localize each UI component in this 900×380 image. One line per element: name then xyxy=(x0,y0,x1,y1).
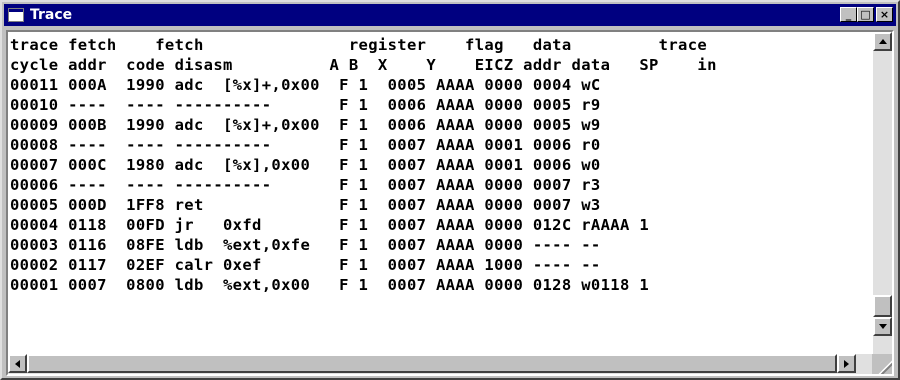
trace-row[interactable]: 00003 0116 08FE ldb %ext,0xfe F 1 0007 A… xyxy=(10,235,870,255)
resize-grip-icon[interactable] xyxy=(872,354,892,374)
window-controls: _ □ × xyxy=(840,7,893,22)
vertical-scrollbar[interactable] xyxy=(873,32,892,354)
maximize-button[interactable]: □ xyxy=(857,7,874,22)
maximize-icon: □ xyxy=(860,8,871,21)
arrow-right-icon xyxy=(844,359,849,368)
trace-row[interactable]: 00002 0117 02EF calr 0xef F 1 0007 AAAA … xyxy=(10,255,870,275)
trace-row[interactable]: 00001 0007 0800 ldb %ext,0x00 F 1 0007 A… xyxy=(10,275,870,295)
scroll-down-button[interactable] xyxy=(873,317,892,336)
header-line-2: cycle addr code disasm A B X Y EICZ addr… xyxy=(10,56,717,74)
trace-row[interactable]: 00010 ---- ---- ---------- F 1 0006 AAAA… xyxy=(10,95,870,115)
close-icon: × xyxy=(879,8,890,21)
trace-row[interactable]: 00008 ---- ---- ---------- F 1 0007 AAAA… xyxy=(10,135,870,155)
trace-row[interactable]: 00005 000D 1FF8 ret F 1 0007 AAAA 0000 0… xyxy=(10,195,870,215)
arrow-down-icon xyxy=(878,324,887,329)
trace-row[interactable]: 00009 000B 1990 adc [%x]+,0x00 F 1 0006 … xyxy=(10,115,870,135)
trace-listing[interactable]: trace fetch fetch register flag data tra… xyxy=(10,35,870,345)
trace-row[interactable]: 00004 0118 00FD jr 0xfd F 1 0007 AAAA 00… xyxy=(10,215,870,235)
horizontal-scrollbar[interactable] xyxy=(8,354,874,374)
minimize-icon: _ xyxy=(845,8,852,21)
scroll-right-button[interactable] xyxy=(837,354,856,373)
trace-pane[interactable]: trace fetch fetch register flag data tra… xyxy=(6,30,894,376)
vertical-scroll-thumb[interactable] xyxy=(873,295,892,317)
header-line-1: trace fetch fetch register flag data tra… xyxy=(10,36,708,54)
close-button[interactable]: × xyxy=(876,7,893,22)
trace-row[interactable]: 00011 000A 1990 adc [%x]+,0x00 F 1 0005 … xyxy=(10,75,870,95)
title-bar[interactable]: Trace _ □ × xyxy=(4,4,896,26)
trace-window: Trace _ □ × trace fetch fetch register f… xyxy=(0,0,900,380)
arrow-left-icon xyxy=(15,359,20,368)
scroll-left-button[interactable] xyxy=(8,354,27,373)
arrow-up-icon xyxy=(878,39,887,44)
window-icon[interactable] xyxy=(8,8,24,22)
scroll-up-button[interactable] xyxy=(873,32,892,51)
trace-row[interactable]: 00006 ---- ---- ---------- F 1 0007 AAAA… xyxy=(10,175,870,195)
minimize-button[interactable]: _ xyxy=(840,7,857,22)
window-title: Trace xyxy=(30,7,73,23)
trace-row[interactable]: 00007 000C 1980 adc [%x],0x00 F 1 0007 A… xyxy=(10,155,870,175)
horizontal-scroll-thumb[interactable] xyxy=(27,354,837,373)
